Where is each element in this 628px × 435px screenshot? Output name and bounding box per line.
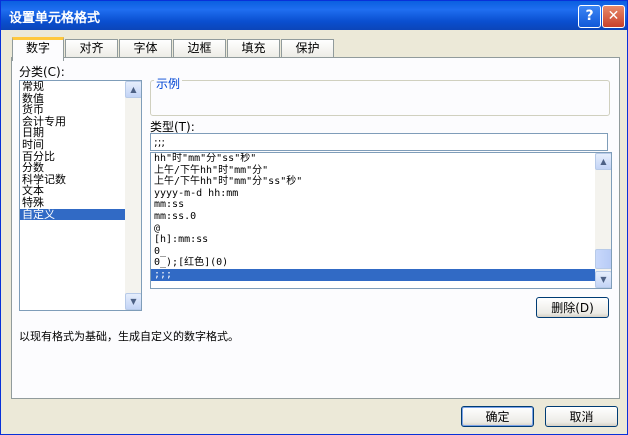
scroll-up-icon[interactable]: ▲ xyxy=(595,153,611,170)
category-item[interactable]: 常规 xyxy=(20,81,141,93)
category-item[interactable]: 分数 xyxy=(20,162,141,174)
format-item[interactable]: 0_);[红色](0) xyxy=(151,257,611,269)
dialog-title: 设置单元格格式 xyxy=(9,11,101,26)
sample-group xyxy=(150,80,610,116)
sample-label: 示例 xyxy=(154,75,183,92)
help-icon[interactable]: ? xyxy=(578,5,601,28)
type-list[interactable]: hh"时"mm"分"ss"秒" 上午/下午hh"时"mm"分" 上午/下午hh"时"… xyxy=(150,152,612,289)
scroll-down-icon[interactable]: ▼ xyxy=(595,271,611,288)
category-item[interactable]: 自定义 xyxy=(20,208,141,221)
tab-font[interactable]: 字体 xyxy=(119,39,172,58)
format-item[interactable]: mm:ss xyxy=(151,199,611,211)
format-item[interactable]: [h]:mm:ss xyxy=(151,234,611,246)
scroll-thumb[interactable] xyxy=(595,249,611,269)
tab-protection[interactable]: 保护 xyxy=(281,39,334,58)
category-item[interactable]: 特殊 xyxy=(20,197,141,209)
tab-border[interactable]: 边框 xyxy=(173,39,226,58)
category-list[interactable]: 常规 数值 货币 会计专用 日期 时间 百分比 分数 科学记数 文本 特殊 自定义 ▲ ▼ xyxy=(19,80,142,311)
type-input[interactable]: ;;; xyxy=(150,133,608,151)
category-item[interactable]: 时间 xyxy=(20,139,141,151)
format-item[interactable]: 上午/下午hh"时"mm"分"ss"秒" xyxy=(151,176,611,188)
format-item[interactable]: 上午/下午hh"时"mm"分" xyxy=(151,165,611,177)
delete-button[interactable]: 删除(D) xyxy=(536,297,609,318)
close-icon[interactable]: ✕ xyxy=(602,5,625,28)
format-cells-dialog: 设置单元格格式 ? ✕ 数字 对齐 字体 边框 填充 保护 分类(C): 常规数… xyxy=(0,0,628,435)
format-item[interactable]: yyyy-m-d hh:mm xyxy=(151,188,611,200)
tab-number[interactable]: 数字 xyxy=(12,37,64,61)
tab-fill[interactable]: 填充 xyxy=(227,39,280,58)
ok-button[interactable]: 确定 xyxy=(461,406,534,427)
category-scrollbar[interactable]: ▲ ▼ xyxy=(125,81,141,310)
scroll-down-icon[interactable]: ▼ xyxy=(125,293,141,310)
cancel-button[interactable]: 取消 xyxy=(545,406,618,427)
scroll-up-icon[interactable]: ▲ xyxy=(125,81,141,98)
format-item[interactable]: 0_ xyxy=(151,246,611,258)
category-label: 分类(C): xyxy=(19,65,65,79)
format-item[interactable]: hh"时"mm"分"ss"秒" xyxy=(151,153,611,165)
format-description: 以现有格式为基础，生成自定义的数字格式。 xyxy=(19,330,239,343)
format-item[interactable]: ;;; xyxy=(151,268,611,281)
title-bar: 设置单元格格式 ? ✕ xyxy=(1,1,627,30)
tab-alignment[interactable]: 对齐 xyxy=(65,39,118,58)
type-scrollbar[interactable]: ▲ ▼ xyxy=(595,153,611,288)
format-item[interactable]: mm:ss.0 xyxy=(151,211,611,223)
format-item[interactable]: @ xyxy=(151,223,611,235)
